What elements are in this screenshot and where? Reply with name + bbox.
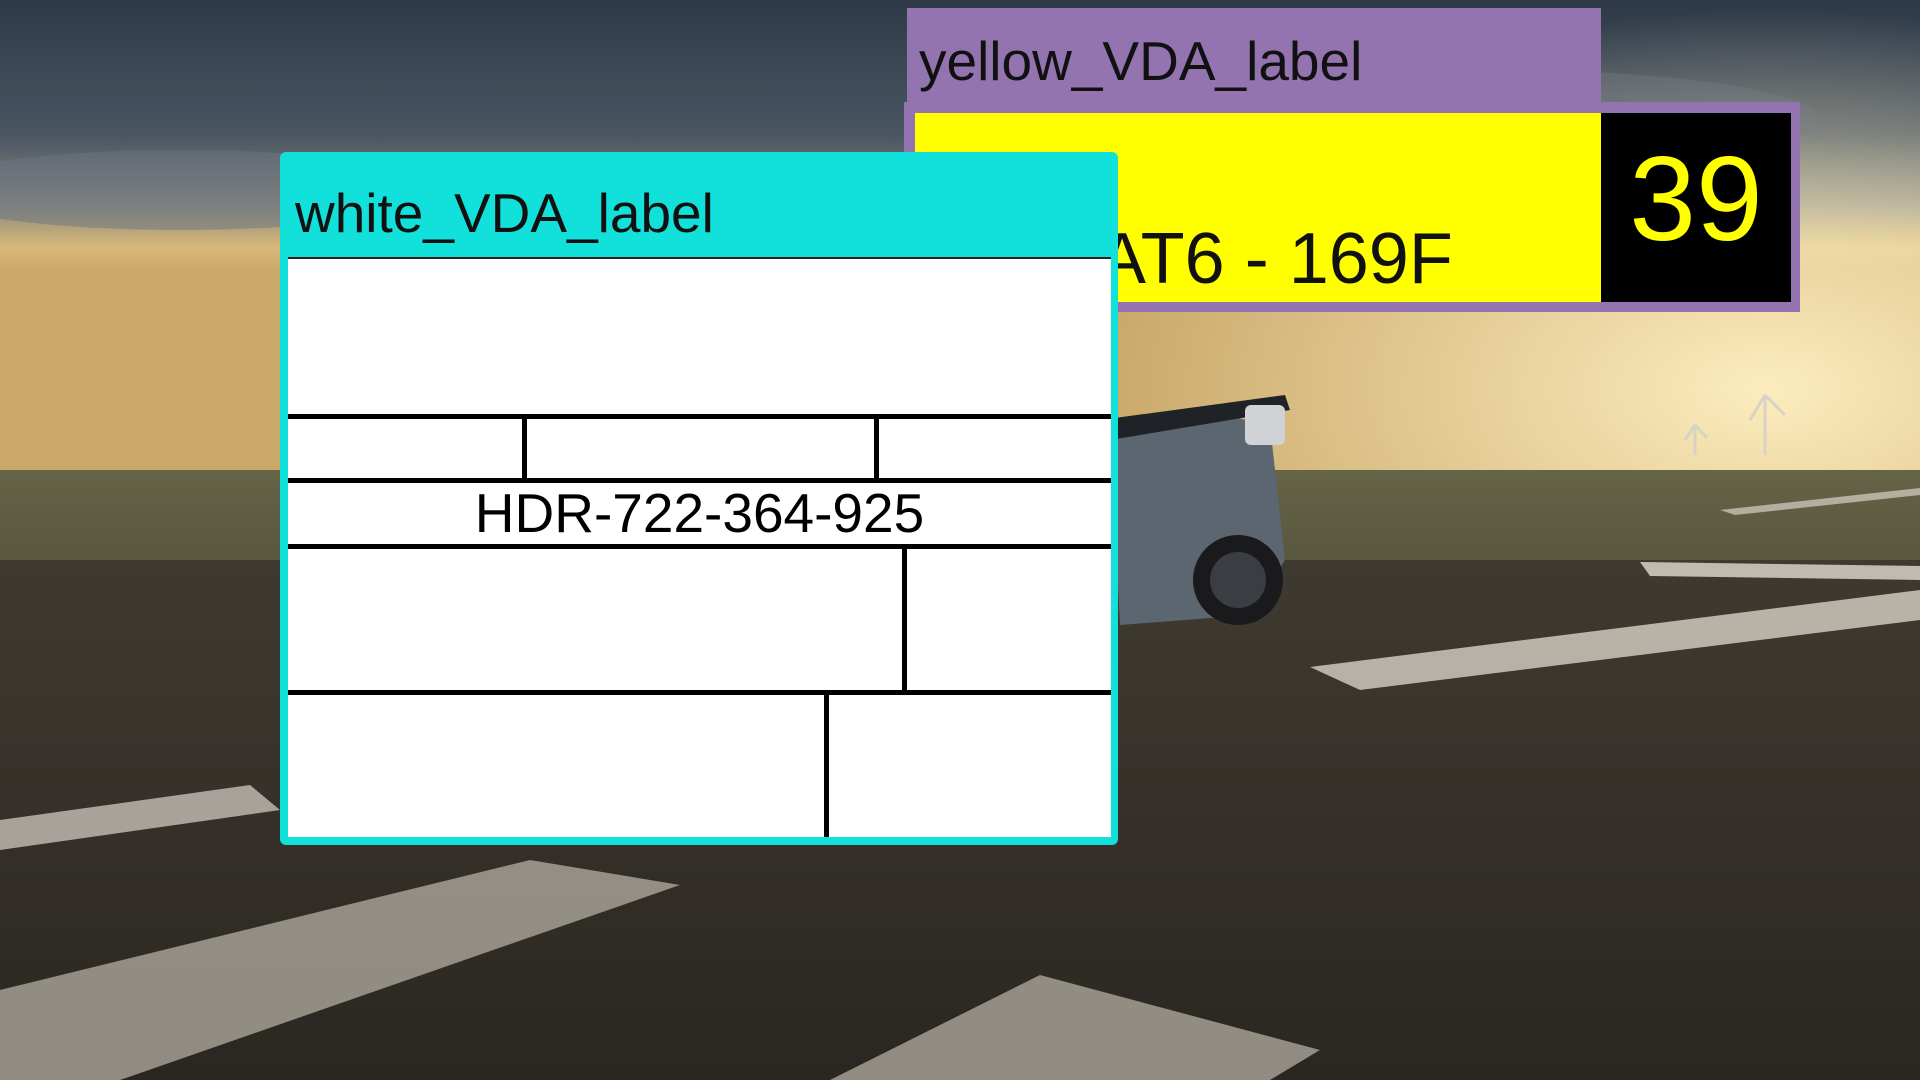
- grid-line: [522, 414, 527, 478]
- white-label-panel: HDR-722-364-925: [288, 257, 1111, 837]
- grid-line: [288, 414, 1111, 419]
- yellow-label-number: 39: [1629, 132, 1763, 266]
- grid-line: [288, 690, 1111, 695]
- grid-line: [288, 544, 1111, 549]
- white-label-id: HDR-722-364-925: [474, 482, 925, 544]
- yellow-label-code: AT6 - 169F: [1098, 219, 1453, 299]
- car-silhouette: [1100, 395, 1290, 625]
- grid-line: [824, 690, 829, 837]
- yellow-label-number-box: 39: [1601, 113, 1791, 302]
- yellow-label-tag-text: yellow_VDA_label: [919, 30, 1363, 92]
- white-label-tag-text: white_VDA_label: [295, 182, 714, 244]
- grid-line: [874, 414, 879, 478]
- grid-line: [902, 544, 907, 690]
